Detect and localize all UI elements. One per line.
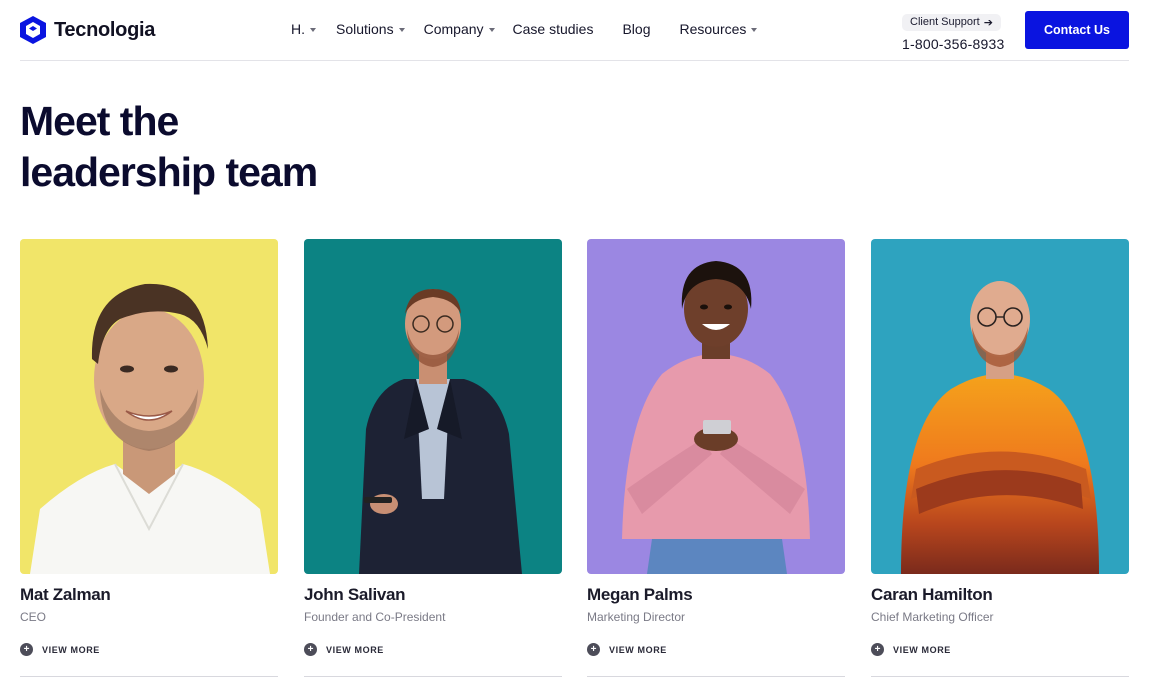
view-more-link[interactable]: + VIEW MORE — [20, 643, 278, 656]
chevron-down-icon — [488, 27, 495, 32]
nav-item-solutions[interactable]: Solutions — [336, 21, 405, 37]
team-member-name: Caran Hamilton — [871, 585, 993, 604]
chevron-down-icon — [398, 27, 405, 32]
main-nav: H. Solutions Company Case studies Blog R… — [291, 21, 758, 37]
page-title: Meet the leadership team — [20, 98, 318, 195]
team-member-name: John Salivan — [304, 585, 406, 604]
team-card: John Salivan Founder and Co-President + … — [304, 239, 562, 677]
team-member-photo[interactable] — [20, 239, 278, 574]
team-member-photo[interactable] — [871, 239, 1129, 574]
logo-icon — [20, 16, 46, 44]
view-more-link[interactable]: + VIEW MORE — [871, 643, 1129, 656]
plus-circle-icon: + — [871, 643, 884, 656]
nav-item-resources[interactable]: Resources — [679, 21, 758, 37]
nav-item-home[interactable]: H. — [291, 21, 316, 37]
chevron-down-icon — [751, 27, 758, 32]
nav-item-case-studies[interactable]: Case studies — [513, 21, 594, 37]
site-header: Tecnologia H. Solutions Company Case stu… — [20, 0, 1129, 61]
nav-item-blog[interactable]: Blog — [622, 21, 650, 37]
card-divider — [304, 676, 562, 677]
brand-name: Tecnologia — [54, 18, 156, 41]
view-more-label: VIEW MORE — [42, 644, 100, 655]
client-support-link[interactable]: Client Support ➔ — [902, 13, 1001, 31]
team-card: Caran Hamilton Chief Marketing Officer +… — [871, 239, 1129, 677]
support-phone[interactable]: 1-800-356-8933 — [902, 36, 1004, 52]
nav-item-label: H. — [291, 21, 305, 37]
nav-item-label: Case studies — [512, 21, 594, 37]
client-support: Client Support ➔ 1-800-356-8933 — [902, 12, 1004, 52]
team-member-role: Chief Marketing Officer — [871, 610, 994, 624]
plus-circle-icon: + — [304, 643, 317, 656]
view-more-link[interactable]: + VIEW MORE — [304, 643, 562, 656]
card-divider — [587, 676, 845, 677]
team-card: Megan Palms Marketing Director + VIEW MO… — [587, 239, 845, 677]
card-divider — [20, 676, 278, 677]
view-more-link[interactable]: + VIEW MORE — [587, 643, 845, 656]
card-divider — [871, 676, 1129, 677]
nav-item-company[interactable]: Company — [424, 21, 495, 37]
view-more-label: VIEW MORE — [326, 644, 384, 655]
chevron-down-icon — [310, 27, 316, 32]
arrow-right-icon: ➔ — [983, 16, 993, 29]
view-more-label: VIEW MORE — [893, 644, 951, 655]
plus-circle-icon: + — [20, 643, 33, 656]
brand-logo[interactable]: Tecnologia — [20, 16, 155, 44]
nav-item-label: Company — [423, 21, 484, 37]
nav-item-label: Resources — [679, 21, 747, 37]
view-more-label: VIEW MORE — [609, 644, 667, 655]
team-member-photo[interactable] — [587, 239, 845, 574]
team-card: Mat Zalman CEO + VIEW MORE — [20, 239, 278, 677]
contact-us-button[interactable]: Contact Us — [1025, 11, 1129, 49]
nav-item-label: Solutions — [336, 21, 394, 37]
client-support-label: Client Support — [910, 16, 980, 28]
team-member-name: Megan Palms — [587, 585, 693, 604]
plus-circle-icon: + — [587, 643, 600, 656]
nav-item-label: Blog — [622, 21, 651, 37]
team-member-name: Mat Zalman — [20, 585, 111, 604]
team-member-role: Founder and Co-President — [304, 610, 446, 624]
team-member-role: CEO — [20, 610, 47, 624]
team-member-photo[interactable] — [304, 239, 562, 574]
team-member-role: Marketing Director — [587, 610, 686, 624]
